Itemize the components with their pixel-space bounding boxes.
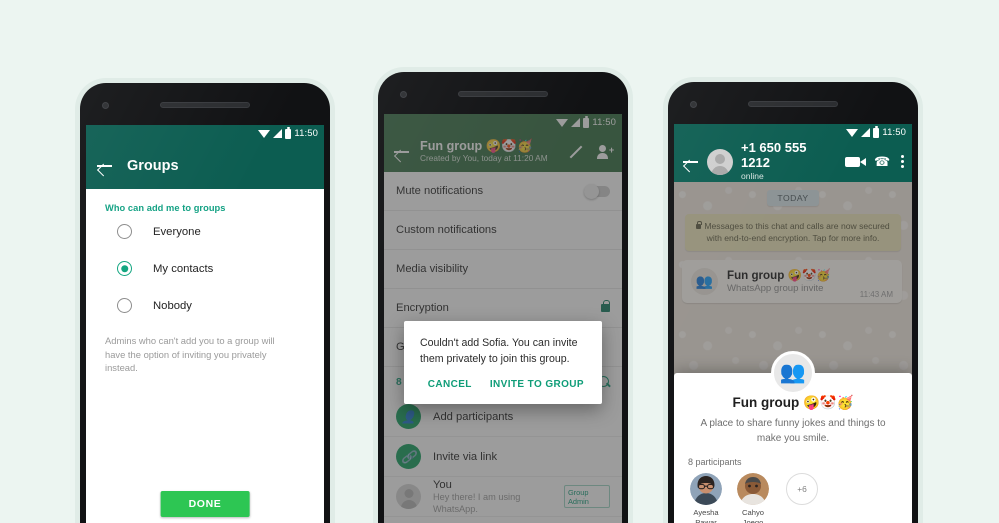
radio-option-nobody[interactable]: Nobody xyxy=(86,287,324,324)
earpiece-speaker xyxy=(160,102,250,108)
invite-dialog: Couldn't add Sofia. You can invite them … xyxy=(404,321,602,405)
radio-option-my-contacts[interactable]: My contacts xyxy=(86,250,324,287)
contact-name: +1 650 555 1212 xyxy=(741,139,807,170)
phone2-screen: 11:50 Fun group 🤪🤡🥳 Created by You, toda… xyxy=(384,114,622,523)
page-title: Groups xyxy=(127,157,179,174)
member-item[interactable]: Cahyo Joego xyxy=(735,473,771,523)
phone-bezel-top xyxy=(378,72,628,114)
overflow-menu-icon[interactable] xyxy=(901,155,904,168)
cellular-signal-icon xyxy=(273,129,283,138)
dialog-scrim[interactable] xyxy=(384,114,622,523)
phone1-screen: 11:50 Groups Who can add me to groups Ev… xyxy=(86,125,324,523)
earpiece-speaker xyxy=(748,101,838,107)
sheet-group-title: Fun group 🤪🤡🥳 xyxy=(732,395,854,411)
status-bar-clock: 11:50 xyxy=(294,128,318,139)
wifi-icon xyxy=(258,129,271,138)
back-arrow-icon[interactable] xyxy=(682,153,699,170)
radio-my-contacts-icon[interactable] xyxy=(117,261,132,276)
earpiece-speaker xyxy=(458,91,548,97)
status-bar: 11:50 xyxy=(86,125,324,142)
radio-my-contacts-label: My contacts xyxy=(153,262,214,275)
avatar[interactable] xyxy=(707,148,733,175)
back-arrow-icon[interactable] xyxy=(96,157,113,174)
dialog-message: Couldn't add Sofia. You can invite them … xyxy=(420,337,578,366)
invite-to-group-button[interactable]: INVITE TO GROUP xyxy=(488,377,586,392)
front-camera-icon xyxy=(400,91,407,98)
dialog-actions: CANCEL INVITE TO GROUP xyxy=(420,367,586,398)
phone-call-icon[interactable]: ☎ xyxy=(874,155,890,168)
sheet-group-description: A place to share funny jokes and things … xyxy=(700,418,886,445)
contact-status: online xyxy=(741,170,764,181)
avatar xyxy=(690,473,722,506)
contact-block: +1 650 555 1212 online xyxy=(741,139,837,182)
group-avatar-icon: 👥 xyxy=(771,351,815,396)
phone-chat-invite: 11:50 +1 650 555 1212 online ☎ TODAY Mes… xyxy=(668,82,918,523)
battery-icon xyxy=(285,126,292,139)
groups-settings-body: Who can add me to groups Everyone My con… xyxy=(86,189,324,523)
avatar xyxy=(737,473,769,506)
phone-groups-settings: 11:50 Groups Who can add me to groups Ev… xyxy=(80,83,330,523)
radio-option-everyone[interactable]: Everyone xyxy=(86,213,324,250)
member-name: Ayesha Pawar xyxy=(693,508,719,523)
phone-bezel-top xyxy=(668,82,918,124)
front-camera-icon xyxy=(102,102,109,109)
done-button[interactable]: DONE xyxy=(160,491,250,517)
chat-background: TODAY Messages to this chat and calls ar… xyxy=(674,182,912,523)
sheet-participants-count: 8 participants xyxy=(688,457,742,468)
radio-nobody-icon[interactable] xyxy=(117,298,132,313)
video-call-icon[interactable] xyxy=(845,156,866,167)
radio-nobody-label: Nobody xyxy=(153,299,192,312)
front-camera-icon xyxy=(690,101,697,108)
member-avatar-row: Ayesha Pawar Cahyo Joego +6 xyxy=(686,473,900,523)
helper-text: Admins who can't add you to a group will… xyxy=(105,335,275,374)
chat-app-bar: +1 650 555 1212 online ☎ xyxy=(674,139,912,182)
radio-everyone-label: Everyone xyxy=(153,225,201,238)
radio-everyone-icon[interactable] xyxy=(117,224,132,239)
member-name: Cahyo Joego xyxy=(742,508,764,523)
wifi-icon xyxy=(846,128,859,137)
member-item[interactable]: Ayesha Pawar xyxy=(688,473,724,523)
status-bar: 11:50 xyxy=(674,124,912,141)
battery-icon xyxy=(873,125,880,138)
more-members-badge[interactable]: +6 xyxy=(786,473,818,506)
phone-group-info: 11:50 Fun group 🤪🤡🥳 Created by You, toda… xyxy=(378,72,628,523)
phone3-screen: 11:50 +1 650 555 1212 online ☎ TODAY Mes… xyxy=(674,124,912,523)
cancel-button[interactable]: CANCEL xyxy=(426,377,474,392)
phone-bezel-top xyxy=(80,83,330,125)
join-group-sheet: 👥 Fun group 🤪🤡🥳 A place to share funny j… xyxy=(674,351,912,523)
status-bar-clock: 11:50 xyxy=(882,127,906,138)
section-label: Who can add me to groups xyxy=(105,203,226,213)
cellular-signal-icon xyxy=(861,128,871,137)
chat-app-bar-actions: ☎ xyxy=(845,155,904,168)
app-bar: Groups xyxy=(86,142,324,189)
